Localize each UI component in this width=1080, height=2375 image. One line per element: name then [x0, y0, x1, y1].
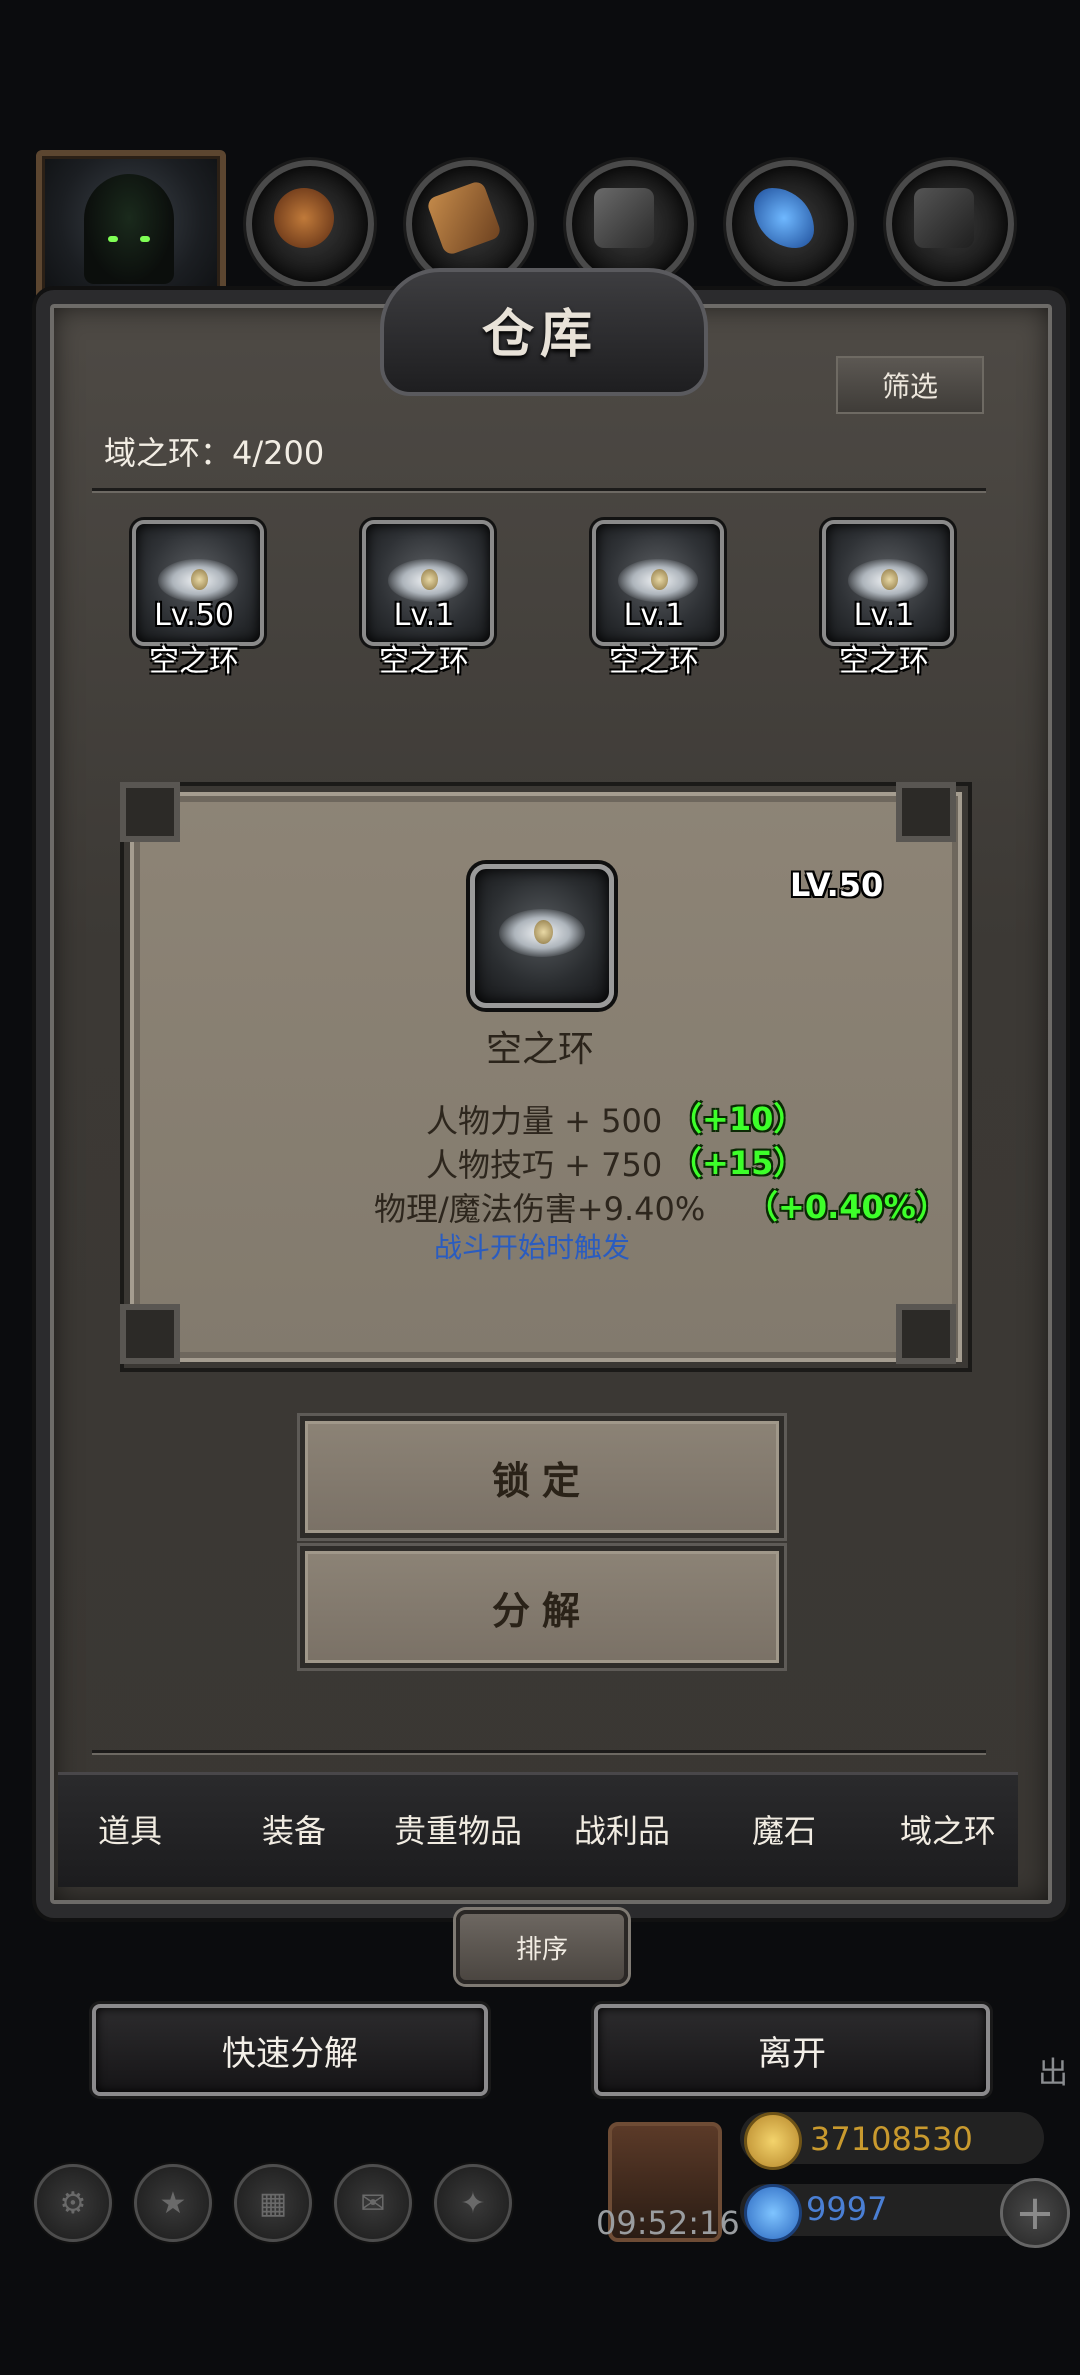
- slot-name: 空之环: [609, 644, 699, 679]
- gem-icon: [650, 568, 668, 591]
- tab-equipment[interactable]: 装备: [216, 1806, 372, 1852]
- inventory-count: 域之环：4/200: [104, 434, 325, 472]
- lock-button[interactable]: 锁定: [300, 1416, 784, 1538]
- detail-level: LV.50: [790, 866, 884, 904]
- divider: [92, 488, 986, 491]
- side-label: 出: [1038, 2056, 1068, 2091]
- detail-item-name: 空之环: [485, 1029, 594, 1070]
- slot-name: 空之环: [149, 644, 239, 679]
- gem-icon: [744, 2184, 802, 2242]
- settings-icon[interactable]: ⚙: [34, 2164, 112, 2242]
- event-timer: 09:52:16: [596, 2204, 740, 2242]
- leave-button[interactable]: 离开: [594, 2004, 990, 2096]
- mail-icon[interactable]: ✉: [334, 2164, 412, 2242]
- quick-decompose-button[interactable]: 快速分解: [92, 2004, 488, 2096]
- stat-label: 人物技巧 + 750: [426, 1146, 663, 1184]
- equip-slot-icon-5[interactable]: [886, 160, 1014, 288]
- slot-level: Lv.1: [853, 598, 915, 633]
- armor-icon: [594, 188, 654, 248]
- gold-amount: 37108530: [810, 2120, 973, 2158]
- gem-icon: [190, 568, 208, 591]
- equip-slot-icon-4[interactable]: [726, 160, 854, 288]
- hero-portrait[interactable]: [36, 150, 226, 302]
- decompose-button[interactable]: 分解: [300, 1546, 784, 1668]
- gem-icon: [880, 568, 898, 591]
- tab-loot[interactable]: 战利品: [544, 1806, 700, 1852]
- sort-button[interactable]: 排序: [456, 1910, 628, 1984]
- panel-corner: [896, 782, 956, 842]
- hooded-figure-icon: [84, 174, 174, 284]
- tab-magic-stones[interactable]: 魔石: [706, 1806, 862, 1852]
- orb-icon: [274, 188, 334, 248]
- eye-glow-right: [140, 236, 150, 242]
- detail-item-icon: [470, 864, 614, 1008]
- panel-corner: [120, 782, 180, 842]
- tab-items[interactable]: 道具: [52, 1806, 208, 1852]
- slot-level: Lv.1: [623, 598, 685, 633]
- equip-slot-icon-1[interactable]: [246, 160, 374, 288]
- eye-glow-left: [108, 236, 118, 242]
- slot-name: 空之环: [839, 644, 929, 679]
- filter-button[interactable]: 筛选: [836, 356, 984, 414]
- page-title: 仓库: [481, 304, 598, 365]
- gem-icon: [420, 568, 438, 591]
- tab-domain-rings[interactable]: 域之环: [870, 1806, 1026, 1852]
- stat-bonus: （+10）: [670, 1100, 806, 1138]
- gold-coin-icon: [744, 2112, 802, 2170]
- gem-amount: 9997: [806, 2190, 888, 2228]
- stat-label: 人物力量 + 500: [426, 1102, 663, 1140]
- crystal-icon: [754, 188, 814, 248]
- add-currency-button[interactable]: +: [1000, 2178, 1070, 2248]
- gear-icon[interactable]: ✦: [434, 2164, 512, 2242]
- tab-valuables[interactable]: 贵重物品: [380, 1806, 536, 1852]
- panel-corner: [896, 1304, 956, 1364]
- scroll-icon: [425, 179, 503, 257]
- slot-name: 空之环: [379, 644, 469, 679]
- divider: [92, 1750, 986, 1753]
- star-icon[interactable]: ★: [134, 2164, 212, 2242]
- book-icon[interactable]: ▦: [234, 2164, 312, 2242]
- slot-level: Lv.50: [154, 598, 234, 633]
- panel-corner: [120, 1304, 180, 1364]
- gem-icon: [533, 919, 553, 945]
- trigger-note: 战斗开始时触发: [434, 1231, 631, 1264]
- stat-bonus: （+0.40%）: [746, 1188, 948, 1226]
- stat-bonus: （+15）: [670, 1144, 806, 1182]
- slot-level: Lv.1: [393, 598, 455, 633]
- stat-label: 物理/魔法伤害+9.40%: [374, 1190, 706, 1228]
- gauntlet-icon: [914, 188, 974, 248]
